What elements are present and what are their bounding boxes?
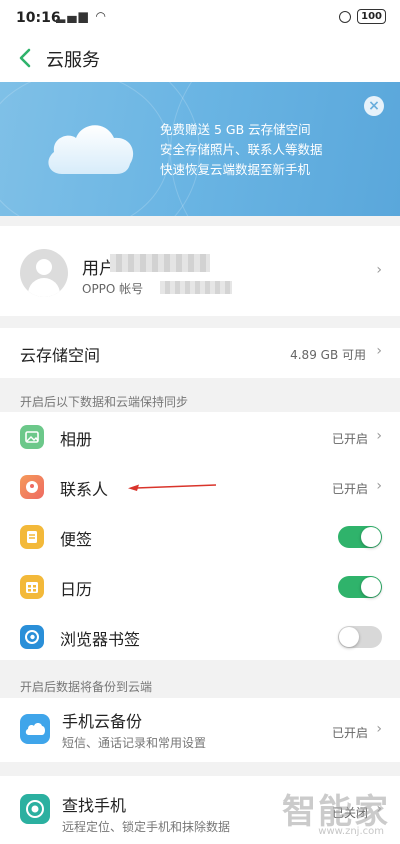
photo-icon	[20, 425, 44, 449]
sync-item-label: 浏览器书签	[60, 630, 141, 649]
find-phone-sub: 远程定位、锁定手机和抹除数据	[62, 820, 231, 834]
account-id-label: OPPO 帐号	[82, 282, 144, 296]
storage-row[interactable]: 云存储空间 4.89 GB 可用 ›	[0, 328, 400, 378]
sync-item-bookmarks[interactable]: 浏览器书签	[0, 612, 400, 662]
account-id-redacted	[160, 281, 232, 294]
status-bar: 10:16 ▂▄▆ ◠ 100	[0, 0, 400, 34]
backup-section-label: 开启后数据将备份到云端	[20, 680, 153, 694]
chevron-right-icon: ›	[376, 721, 382, 737]
storage-label: 云存储空间	[20, 346, 101, 365]
cloud-backup-icon	[20, 714, 50, 744]
back-arrow-icon[interactable]	[14, 46, 38, 70]
calendar-icon	[20, 575, 44, 599]
notes-icon	[20, 525, 44, 549]
cloud-backup-row[interactable]: 手机云备份 短信、通话记录和常用设置 已开启 ›	[0, 698, 400, 762]
sync-item-notes[interactable]: 便签	[0, 512, 400, 562]
chevron-right-icon: ›	[376, 478, 382, 494]
storage-value: 4.89 GB 可用	[290, 348, 366, 362]
status-time: 10:16	[16, 10, 61, 26]
avatar	[20, 249, 68, 297]
title-bar: 云服务	[0, 34, 400, 82]
account-card[interactable]: 用户 OPPO 帐号 ›	[0, 226, 400, 316]
sync-item-status: 已开启	[331, 432, 368, 446]
sync-item-label: 便签	[60, 530, 93, 549]
chevron-right-icon: ›	[376, 343, 382, 359]
contacts-icon	[20, 475, 44, 499]
find-phone-label: 查找手机	[62, 796, 127, 815]
browser-icon	[20, 625, 44, 649]
sync-item-calendar[interactable]: 日历	[0, 562, 400, 612]
sync-item-label: 相册	[60, 430, 93, 449]
page-title: 云服务	[46, 50, 100, 71]
sync-item-photos[interactable]: 相册 已开启 ›	[0, 412, 400, 462]
backup-label: 手机云备份	[62, 712, 143, 731]
sync-item-status: 已开启	[331, 482, 368, 496]
backup-sub: 短信、通话记录和常用设置	[62, 736, 207, 750]
annotation-arrow	[128, 484, 217, 491]
backup-status: 已开启	[331, 726, 368, 740]
sync-section-label: 开启后以下数据和云端保持同步	[20, 395, 189, 409]
banner-line-2: 安全存储照片、联系人等数据	[160, 142, 323, 157]
promo-banner[interactable]: 免费赠送 5 GB 云存储空间 安全存储照片、联系人等数据 快速恢复云端数据至新…	[0, 82, 400, 216]
sync-item-label: 日历	[60, 580, 93, 599]
banner-line-1: 免费赠送 5 GB 云存储空间	[160, 122, 311, 137]
banner-line-3: 快速恢复云端数据至新手机	[160, 162, 311, 177]
find-phone-icon	[20, 794, 50, 824]
chevron-right-icon: ›	[376, 262, 382, 278]
rotation-lock-icon	[339, 10, 352, 23]
signal-wifi-icons: ▂▄▆ ◠	[56, 9, 108, 23]
account-name-redacted	[110, 254, 210, 272]
chevron-right-icon: ›	[376, 428, 382, 444]
calendar-sync-toggle[interactable]	[338, 576, 382, 598]
notes-sync-toggle[interactable]	[338, 526, 382, 548]
cloud-icon	[48, 125, 134, 174]
watermark-url: www.znj.com	[318, 826, 384, 837]
sync-list: 相册 已开启 › 联系人 已开启 › 便签 日历 浏览器书签	[0, 412, 400, 660]
battery-icon: 100	[357, 9, 386, 24]
bookmarks-sync-toggle[interactable]	[338, 626, 382, 648]
sync-item-label: 联系人	[60, 480, 109, 499]
close-icon[interactable]: ×	[364, 96, 384, 116]
